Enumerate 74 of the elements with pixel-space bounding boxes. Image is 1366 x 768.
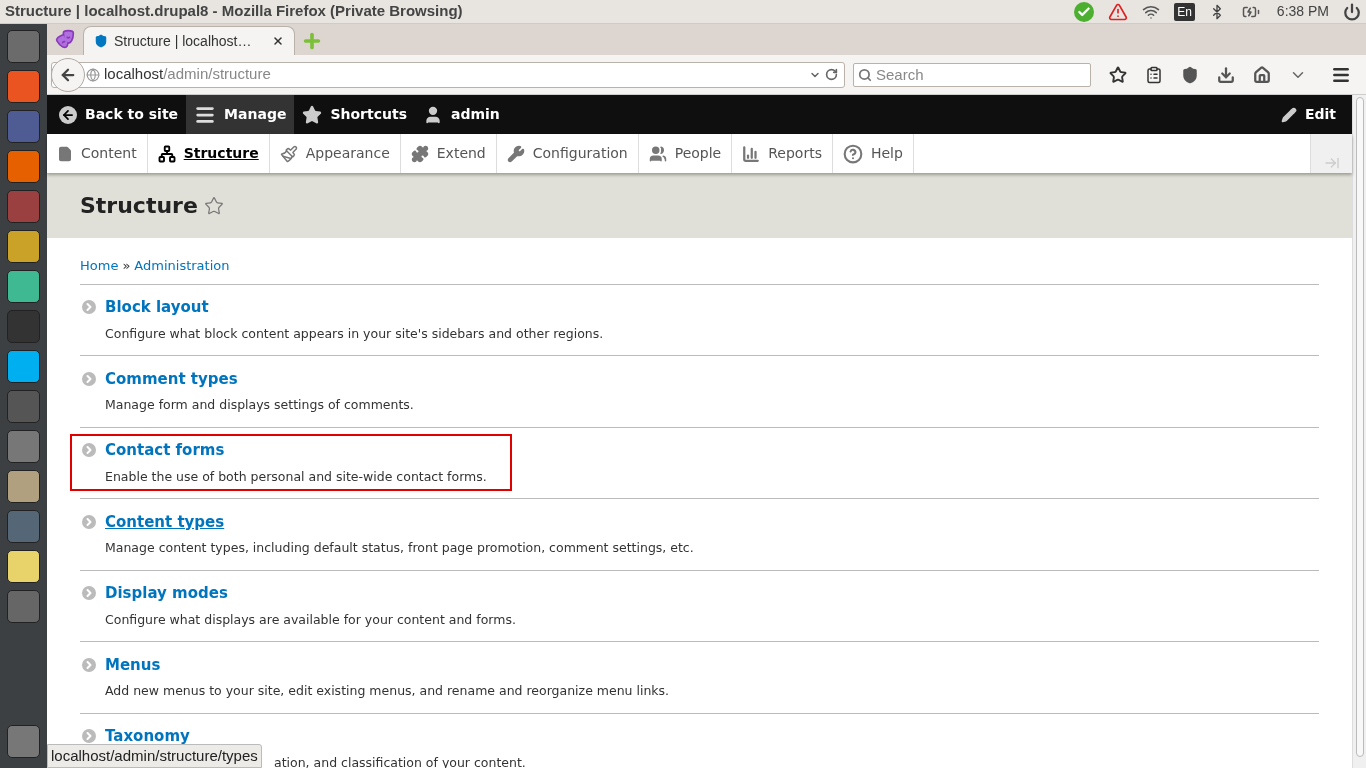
search-field[interactable]: Search: [853, 62, 1091, 87]
search-icon: [858, 67, 872, 82]
warning-icon[interactable]: [1108, 1, 1129, 22]
section-link[interactable]: Contact forms: [105, 439, 225, 462]
bookmark-icon[interactable]: [1109, 65, 1127, 84]
globe-icon: [86, 67, 100, 82]
breadcrumb-separator: »: [122, 257, 131, 275]
download-icon[interactable]: [1217, 65, 1235, 84]
section-link[interactable]: Display modes: [105, 582, 228, 605]
close-icon[interactable]: [272, 35, 284, 47]
reading-list-icon[interactable]: [1145, 65, 1163, 84]
wrench-icon: [506, 144, 525, 163]
app-icon[interactable]: [7, 150, 40, 183]
section-description: Manage content types, including default status, front page promotion, comment settings, etc.: [105, 539, 694, 558]
section-description: Configure what block content appears in your site's sidebars and other regions.: [105, 324, 604, 343]
orientation-toggle[interactable]: [1310, 134, 1352, 173]
chevron-icon: [82, 514, 96, 529]
browser-tab[interactable]: Structure | localhost…: [83, 26, 295, 55]
toolbar-tab[interactable]: admin: [415, 95, 508, 134]
tab-title: Structure | localhost…: [114, 31, 252, 51]
app-icon[interactable]: [7, 70, 40, 103]
home-icon[interactable]: [1253, 65, 1271, 84]
edit-button[interactable]: Edit: [1264, 95, 1352, 134]
chevron-icon: [82, 371, 96, 386]
status-url: localhost/admin/structure/types: [47, 743, 262, 768]
section-link[interactable]: Comment types: [105, 367, 238, 391]
clock[interactable]: 6:38 PM: [1276, 1, 1329, 22]
section-description: Configure what displays are available for your content and forms.: [105, 610, 516, 629]
section-link[interactable]: Block layout: [105, 296, 209, 319]
hierarchy-icon: [157, 144, 176, 163]
mask-icon: [53, 29, 77, 49]
bar-chart-icon: [742, 144, 761, 163]
app-icon[interactable]: [7, 230, 40, 263]
puzzle-icon: [410, 144, 429, 163]
chevron-icon: [82, 729, 96, 744]
user-icon: [423, 104, 443, 125]
window-title: Structure | localhost.drupal8 - Mozilla Firefox (Private Browsing): [5, 1, 463, 22]
breadcrumb-link[interactable]: Home: [80, 256, 119, 276]
scrollbar[interactable]: [1352, 95, 1366, 768]
back-icon: [59, 105, 77, 124]
section-link[interactable]: Menus: [105, 653, 161, 677]
reload-icon[interactable]: [825, 68, 838, 81]
power-icon[interactable]: [1343, 2, 1361, 21]
app-icon[interactable]: [7, 270, 40, 303]
chevron-icon: [82, 443, 96, 458]
section-description: Enable the use of both personal and site-wide contact forms.: [105, 467, 487, 486]
check-icon[interactable]: [1074, 1, 1095, 22]
document-icon: [57, 145, 73, 162]
app-icon[interactable]: [7, 350, 40, 383]
app-icon[interactable]: [7, 550, 40, 583]
shortcut-star-icon[interactable]: [203, 195, 224, 216]
toolbar-tab[interactable]: Back to site: [51, 95, 187, 134]
pocket-icon[interactable]: [1181, 65, 1199, 84]
back-button[interactable]: [51, 57, 85, 92]
people-icon: [648, 144, 667, 163]
keyboard-indicator[interactable]: En: [1174, 2, 1195, 21]
help-icon: [842, 143, 863, 164]
pencil-icon: [1280, 106, 1297, 123]
breadcrumb-link[interactable]: Administration: [134, 256, 230, 276]
toolbar-tab[interactable]: Manage: [186, 95, 295, 134]
chevron-icon: [82, 586, 96, 601]
chevron-icon: [82, 657, 96, 672]
star-icon: [302, 104, 323, 125]
section-description: Add new menus to your site, edit existing menus, and rename and reorganize menu links.: [105, 682, 670, 701]
trash-icon[interactable]: [7, 725, 40, 758]
section-link[interactable]: Content types: [105, 510, 225, 534]
page-title: Structure: [80, 192, 198, 220]
brush-icon: [279, 144, 298, 163]
section-description: Manage form and displays settings of comments.: [105, 396, 414, 415]
collapse-icon: [1323, 155, 1340, 171]
app-icon[interactable]: [7, 470, 40, 503]
toolbar-tab[interactable]: Shortcuts: [294, 95, 415, 134]
url-text: localhost/admin/structure: [104, 64, 271, 85]
chevron-icon: [82, 300, 96, 315]
